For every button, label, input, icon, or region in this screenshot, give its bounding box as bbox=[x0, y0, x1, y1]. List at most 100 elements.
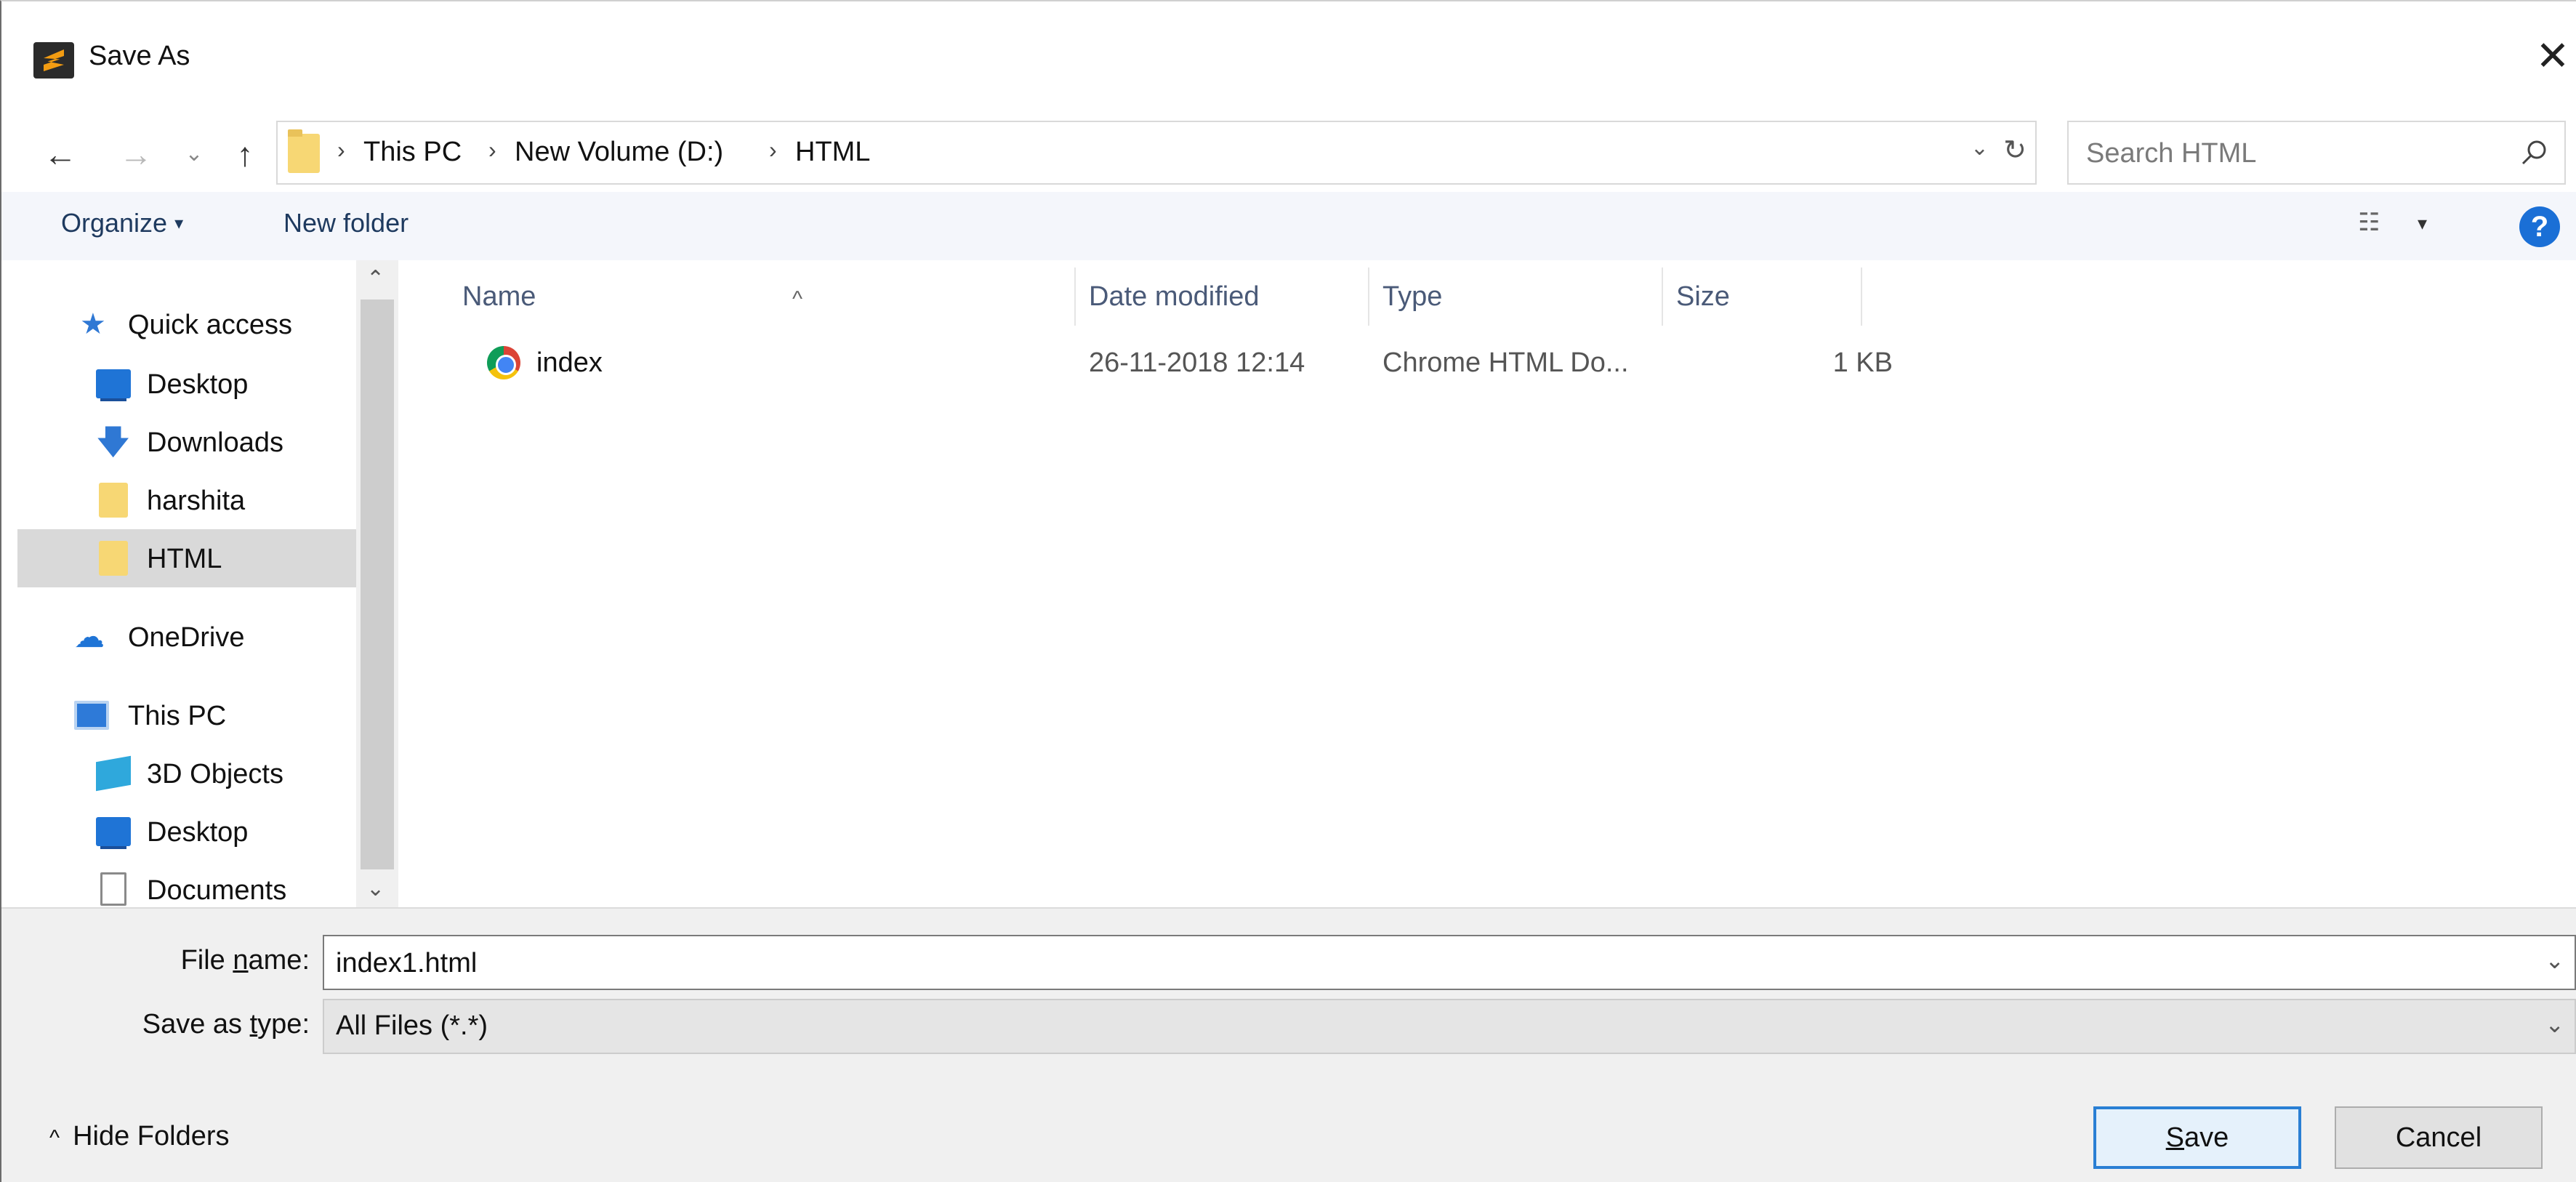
breadcrumb-new-volume[interactable]: New Volume (D:) bbox=[515, 137, 723, 168]
organize-label: Organize bbox=[61, 208, 168, 238]
save-as-type-value: All Files (*.*) bbox=[336, 1010, 488, 1041]
nav-item-3d-objects[interactable]: 3D Objects bbox=[1, 744, 356, 803]
chevron-down-icon[interactable]: ⌄ bbox=[2545, 946, 2564, 974]
breadcrumb-separator: › bbox=[337, 137, 345, 163]
nav-item-label: Quick access bbox=[128, 310, 292, 340]
column-header-label: Name bbox=[462, 281, 536, 312]
column-header-size[interactable]: Size bbox=[1663, 268, 1862, 326]
file-name-label: File name: bbox=[181, 945, 310, 976]
file-list: Name ^ Date modified Type Size index 26-… bbox=[398, 260, 2576, 907]
folder-icon bbox=[288, 129, 320, 173]
column-header-type[interactable]: Type bbox=[1369, 268, 1663, 326]
cube-icon bbox=[96, 755, 131, 792]
desktop-icon bbox=[96, 369, 131, 401]
download-icon: 🡇 bbox=[96, 423, 131, 461]
file-name-combobox[interactable]: ⌄ bbox=[323, 935, 2576, 990]
close-button[interactable]: ✕ bbox=[2531, 31, 2575, 81]
save-as-dialog: Save As ✕ ← → ⌄ ↑ › This PC › New Volume… bbox=[0, 0, 2576, 1182]
nav-item-label: Downloads bbox=[147, 427, 283, 458]
nav-item-label: 3D Objects bbox=[147, 759, 283, 789]
navigation-pane: ★ Quick access Desktop 🡇 Downloads harsh… bbox=[1, 260, 398, 907]
scrollbar-thumb[interactable] bbox=[361, 299, 394, 869]
nav-item-onedrive[interactable]: ☁ OneDrive bbox=[1, 608, 356, 666]
search-box[interactable] bbox=[2067, 121, 2566, 185]
breadcrumb-this-pc[interactable]: This PC bbox=[363, 137, 462, 168]
file-size: 1 KB bbox=[1832, 347, 1893, 378]
chevron-down-icon[interactable]: ⌄ bbox=[2545, 1010, 2564, 1038]
cloud-icon: ☁ bbox=[74, 619, 105, 654]
address-bar[interactable]: › This PC › New Volume (D:) › HTML ⌄ ↻ bbox=[276, 121, 2037, 185]
document-icon bbox=[100, 872, 126, 906]
organize-menu-button[interactable]: Organize ▾ bbox=[61, 208, 183, 238]
label-text: ame: bbox=[248, 945, 310, 976]
recent-locations-button[interactable]: ⌄ bbox=[176, 125, 212, 183]
label-accelerator: t bbox=[249, 1009, 258, 1040]
breadcrumb-separator: › bbox=[769, 137, 777, 163]
refresh-icon[interactable]: ↻ bbox=[2003, 134, 2026, 166]
hide-folders-button[interactable]: ^ Hide Folders bbox=[49, 1121, 230, 1152]
label-text: ype: bbox=[257, 1009, 310, 1040]
nav-item-label: Desktop bbox=[147, 817, 249, 848]
nav-item-downloads[interactable]: 🡇 Downloads bbox=[1, 413, 356, 471]
address-row: ← → ⌄ ↑ › This PC › New Volume (D:) › HT… bbox=[1, 110, 2576, 198]
hide-folders-label: Hide Folders bbox=[73, 1121, 230, 1151]
up-button[interactable]: ↑ bbox=[220, 125, 270, 183]
star-icon: ★ bbox=[80, 308, 106, 340]
command-toolbar: Organize ▾ New folder ☷ ▾ ? bbox=[1, 192, 2576, 260]
nav-pane-scrollbar[interactable]: ⌃ ⌄ bbox=[356, 260, 398, 907]
address-dropdown-chevron-icon[interactable]: ⌄ bbox=[1971, 135, 1989, 161]
desktop-icon bbox=[96, 817, 131, 849]
save-options-panel: File name: ⌄ Save as type: All Files (*.… bbox=[1, 907, 2576, 1182]
back-button[interactable]: ← bbox=[35, 125, 86, 183]
nav-item-label: Desktop bbox=[147, 369, 249, 400]
chrome-html-file-icon bbox=[487, 346, 520, 379]
new-folder-button[interactable]: New folder bbox=[283, 208, 408, 238]
folder-icon bbox=[99, 483, 128, 518]
nav-item-label: HTML bbox=[147, 544, 222, 574]
save-accelerator: S bbox=[2165, 1122, 2185, 1153]
save-label: ave bbox=[2184, 1122, 2229, 1153]
chevron-up-icon: ^ bbox=[49, 1126, 60, 1150]
nav-item-label: OneDrive bbox=[128, 622, 245, 653]
label-text: Save as bbox=[142, 1009, 250, 1040]
nav-item-harshita[interactable]: harshita bbox=[1, 471, 356, 529]
file-date-modified: 26-11-2018 12:14 bbox=[1089, 347, 1305, 378]
breadcrumb-html[interactable]: HTML bbox=[795, 137, 870, 168]
label-text: File bbox=[180, 945, 233, 976]
sort-ascending-icon: ^ bbox=[792, 287, 803, 311]
file-row[interactable]: index 26-11-2018 12:14 Chrome HTML Do...… bbox=[449, 333, 1893, 391]
file-name: index bbox=[536, 347, 603, 378]
title-bar: Save As ✕ bbox=[1, 1, 2576, 110]
nav-item-quick-access[interactable]: ★ Quick access bbox=[1, 295, 356, 353]
scroll-down-icon[interactable]: ⌄ bbox=[366, 876, 385, 901]
save-as-type-select[interactable]: All Files (*.*) ⌄ bbox=[323, 999, 2576, 1054]
forward-button[interactable]: → bbox=[110, 125, 161, 183]
nav-item-desktop[interactable]: Desktop bbox=[1, 355, 356, 413]
nav-item-html[interactable]: HTML bbox=[17, 529, 356, 587]
label-accelerator: n bbox=[233, 945, 249, 976]
chevron-down-icon: ▾ bbox=[174, 214, 184, 233]
folder-icon bbox=[99, 541, 128, 576]
sublime-app-icon bbox=[33, 42, 74, 79]
search-icon[interactable] bbox=[2519, 138, 2548, 167]
column-header-name[interactable]: Name ^ bbox=[449, 268, 1076, 326]
view-options-chevron-icon[interactable]: ▾ bbox=[2418, 212, 2427, 235]
dialog-title: Save As bbox=[89, 41, 190, 71]
column-header-date-modified[interactable]: Date modified bbox=[1076, 268, 1369, 326]
file-name-input[interactable] bbox=[336, 945, 2444, 981]
pc-icon bbox=[74, 701, 109, 730]
help-icon[interactable]: ? bbox=[2519, 206, 2560, 247]
nav-item-label: Documents bbox=[147, 875, 287, 906]
save-button[interactable]: Save bbox=[2093, 1106, 2301, 1169]
nav-item-desktop-pc[interactable]: Desktop bbox=[1, 803, 356, 861]
nav-item-label: harshita bbox=[147, 486, 246, 516]
breadcrumb-separator: › bbox=[488, 137, 496, 163]
nav-item-this-pc[interactable]: This PC bbox=[1, 686, 356, 744]
save-as-type-label: Save as type: bbox=[142, 1009, 310, 1040]
view-options-icon[interactable]: ☷ bbox=[2358, 208, 2380, 237]
file-type: Chrome HTML Do... bbox=[1382, 347, 1629, 378]
nav-item-label: This PC bbox=[128, 701, 227, 731]
scroll-up-icon[interactable]: ⌃ bbox=[366, 266, 385, 292]
search-input[interactable] bbox=[2086, 134, 2493, 173]
cancel-button[interactable]: Cancel bbox=[2335, 1106, 2543, 1169]
